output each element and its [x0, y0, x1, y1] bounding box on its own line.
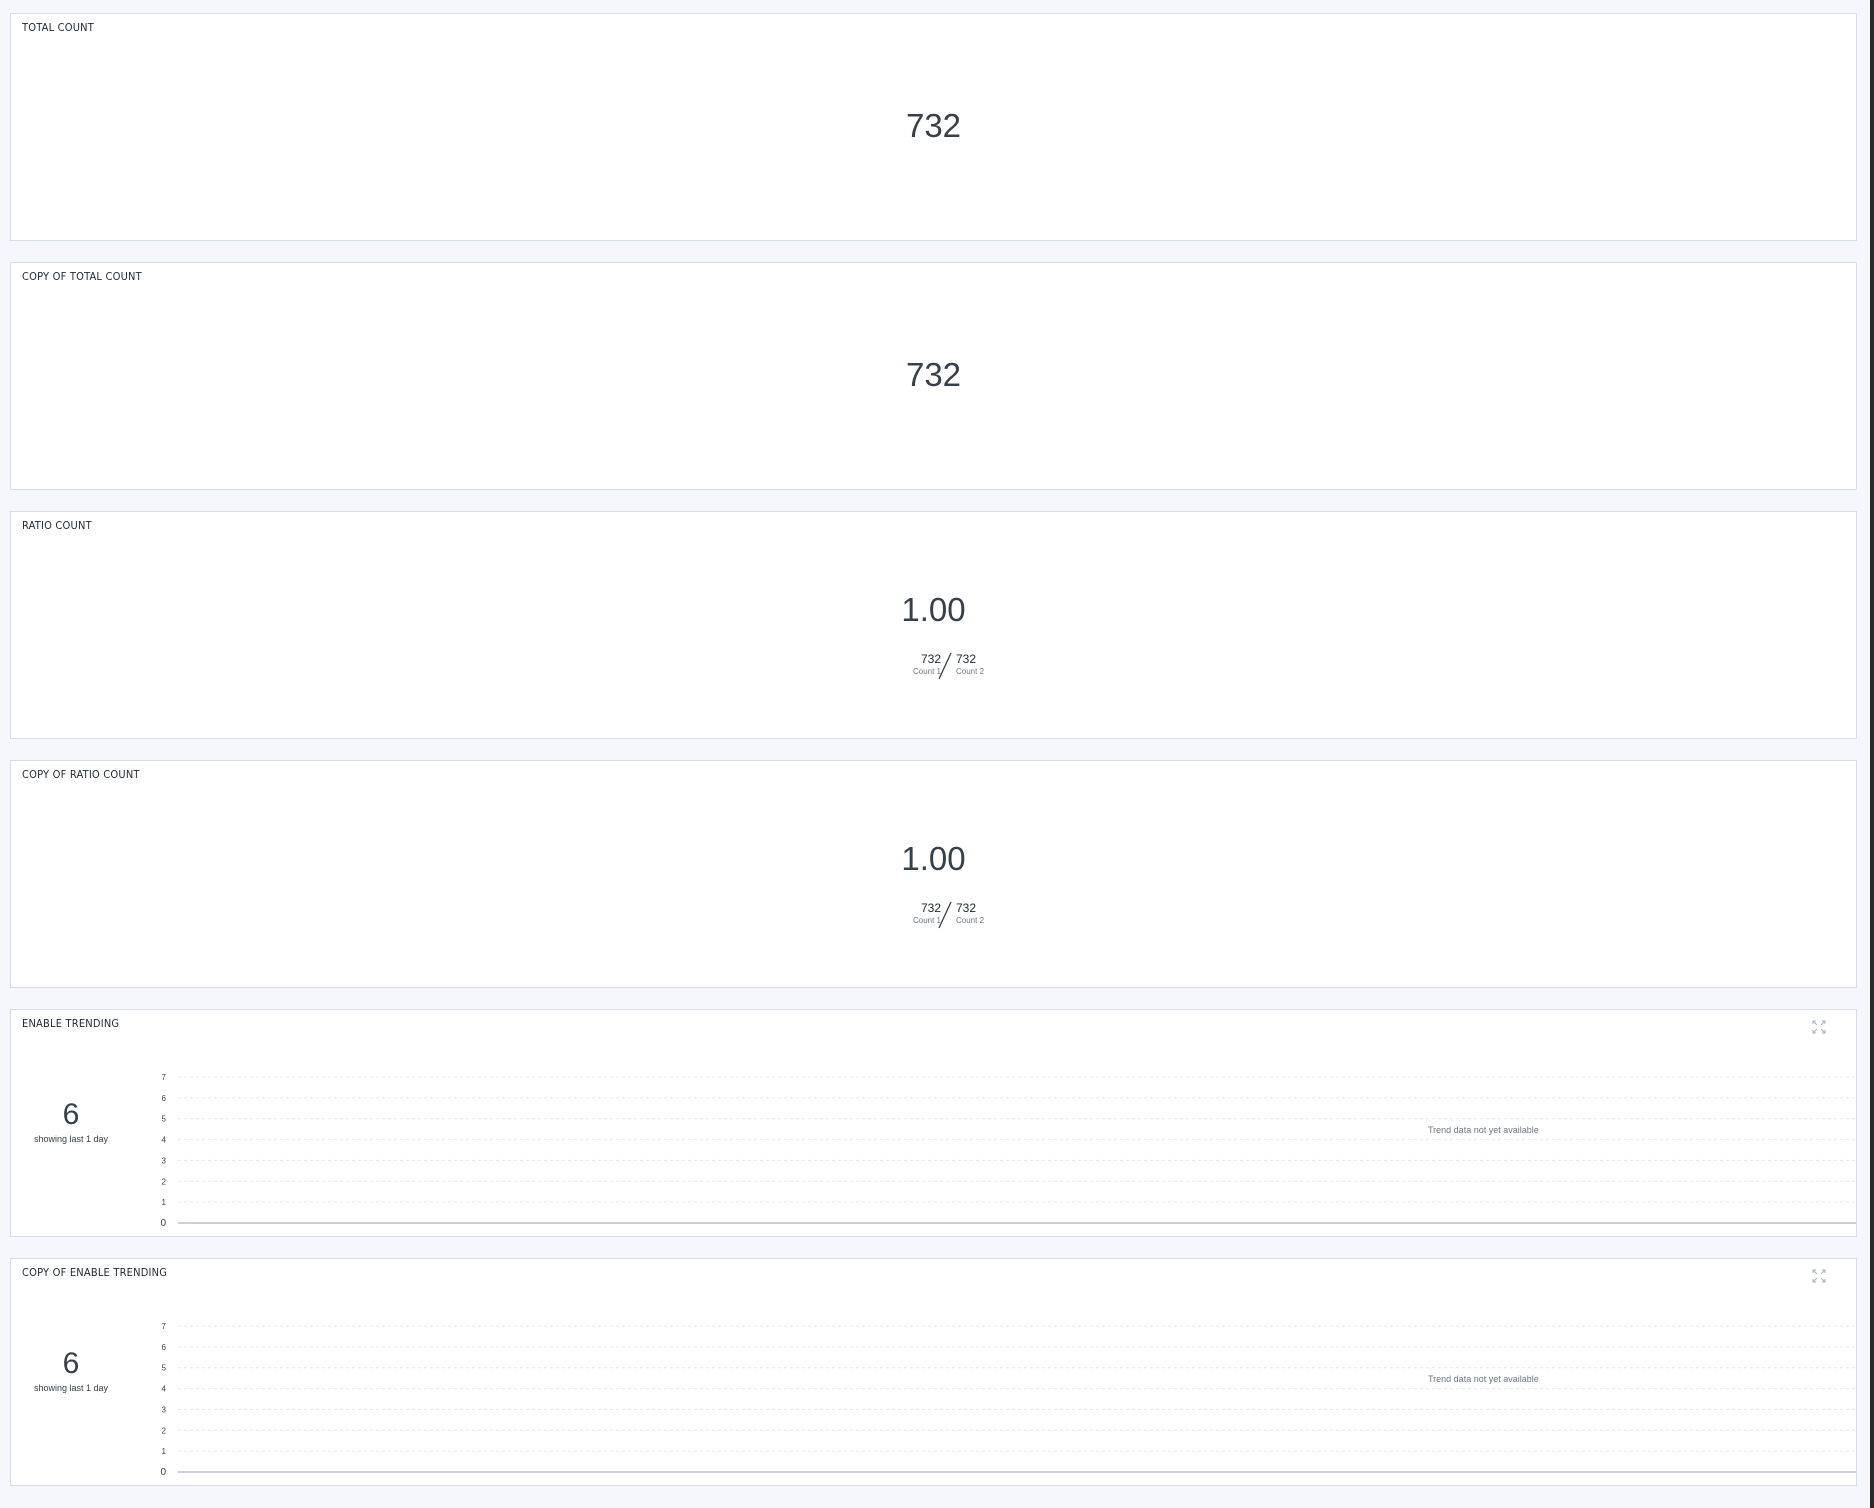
ratio-numerator: 732 Count 1	[881, 652, 941, 676]
trend-current-value: 6 showing last 1 day	[21, 1098, 121, 1144]
y-tick-label: 2	[162, 1426, 167, 1435]
panel-title: ENABLE TRENDING	[22, 1017, 120, 1030]
no-data-message: Trend data not yet available	[1428, 1374, 1539, 1384]
y-tick-label: 6	[162, 1094, 167, 1103]
panel-enable-trending: ENABLE TRENDING 6 showing last 1 day 0 1 2…	[10, 1009, 1857, 1237]
slash-divider	[938, 652, 952, 680]
panel-total-count: TOTAL COUNT 732	[10, 13, 1857, 241]
y-tick-label: 7	[162, 1073, 167, 1082]
panel-ratio-count: RATIO COUNT 1.00 732 Count 1 732 Count 2	[10, 511, 1857, 739]
y-tick-label: 0	[160, 1467, 166, 1478]
y-tick-label: 2	[162, 1177, 167, 1186]
trend-number: 6	[62, 1098, 80, 1131]
numerator-label: Count 1	[912, 667, 941, 676]
panel-title: COPY OF RATIO COUNT	[22, 768, 140, 781]
ratio-value: 1.00	[901, 840, 966, 877]
numerator-label: Count 1	[912, 916, 941, 925]
ratio-breakdown: 732 Count 1 732 Count 2	[11, 652, 1856, 686]
panel-title: RATIO COUNT	[22, 519, 92, 532]
scrollbar[interactable]	[1870, 0, 1874, 1508]
y-tick-label: 3	[162, 1405, 167, 1414]
slash-divider	[938, 901, 952, 929]
expand-icon[interactable]	[1812, 1020, 1826, 1034]
denominator-value: 732	[956, 652, 977, 666]
denominator-value: 732	[956, 901, 977, 915]
y-tick-label: 5	[162, 1115, 167, 1124]
y-tick-label: 5	[162, 1364, 167, 1373]
ratio-denominator: 732 Count 2	[956, 901, 1016, 925]
panel-copy-of-enable-trending: COPY OF ENABLE TRENDING 6 showing last 1…	[10, 1258, 1857, 1486]
expand-icon[interactable]	[1812, 1269, 1826, 1283]
trend-chart-svg: 0 1 2 3 4 5 6 7	[160, 1073, 1856, 1229]
ratio-breakdown: 732 Count 1 732 Count 2	[11, 901, 1856, 935]
y-tick-label: 1	[162, 1447, 167, 1456]
ratio-value: 1.00	[901, 591, 966, 628]
trend-chart: 0 1 2 3 4 5 6 7 Trend data not yet available	[146, 1309, 1856, 1479]
metric-value: 732	[905, 356, 962, 393]
numerator-value: 732	[920, 652, 941, 666]
trend-chart: 0 1 2 3 4 5 6 7 Trend data not yet available	[146, 1060, 1856, 1230]
trend-number: 6	[62, 1347, 80, 1380]
panel-title: COPY OF TOTAL COUNT	[22, 270, 142, 283]
y-tick-label: 0	[160, 1218, 166, 1229]
denominator-label: Count 2	[956, 667, 985, 676]
y-tick-label: 4	[162, 1385, 167, 1394]
y-tick-label: 1	[162, 1198, 167, 1207]
ratio-denominator: 732 Count 2	[956, 652, 1016, 676]
metric-value: 732	[905, 107, 962, 144]
y-tick-label: 7	[162, 1322, 167, 1331]
numerator-value: 732	[920, 901, 941, 915]
panel-copy-of-ratio-count: COPY OF RATIO COUNT 1.00 732 Count 1 732…	[10, 760, 1857, 988]
panel-title: TOTAL COUNT	[22, 21, 95, 34]
y-tick-label: 6	[162, 1343, 167, 1352]
trend-period: showing last 1 day	[33, 1134, 109, 1144]
trend-period: showing last 1 day	[33, 1383, 109, 1393]
panel-title: COPY OF ENABLE TRENDING	[22, 1266, 168, 1279]
panel-copy-of-total-count: COPY OF TOTAL COUNT 732	[10, 262, 1857, 490]
trend-current-value: 6 showing last 1 day	[21, 1347, 121, 1393]
ratio-numerator: 732 Count 1	[881, 901, 941, 925]
denominator-label: Count 2	[956, 916, 985, 925]
no-data-message: Trend data not yet available	[1428, 1125, 1539, 1135]
y-tick-label: 4	[162, 1136, 167, 1145]
trend-chart-svg: 0 1 2 3 4 5 6 7	[160, 1322, 1856, 1478]
y-tick-label: 3	[162, 1156, 167, 1165]
